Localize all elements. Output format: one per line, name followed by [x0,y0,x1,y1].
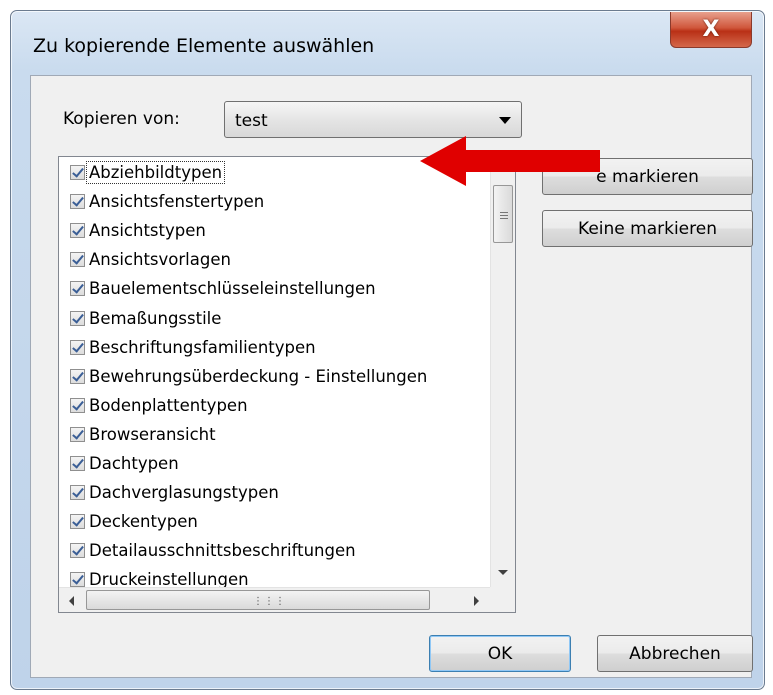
list-item-label: Abziehbildtypen [85,161,226,184]
horizontal-scroll-thumb[interactable]: ⋮⋮⋮ [86,590,430,610]
scroll-right-icon[interactable] [474,596,479,606]
cancel-button[interactable]: Abbrechen [597,635,753,672]
arrow-icon [420,136,600,186]
red-arrow-annotation [420,136,600,186]
list-item[interactable]: Ansichtsvorlagen [59,245,491,274]
list-item-label: Browseransicht [89,424,216,444]
ok-button[interactable]: OK [429,635,571,672]
grip-icon [500,212,508,219]
checkbox[interactable] [70,339,85,355]
copy-from-value: test [235,111,268,131]
elements-listbox[interactable]: Abziehbildtypen Ansichtsfenstertypen Ansic… [58,156,516,613]
checkbox[interactable] [70,543,85,559]
grip-icon: ⋮⋮⋮ [253,596,286,607]
list-item[interactable]: Bauelementschlüsseleinstellungen [59,274,491,303]
checkbox[interactable] [70,514,85,530]
copy-from-label: Kopieren von: [63,109,180,129]
checkbox[interactable] [70,397,85,413]
list-item-label: Ansichtstypen [89,221,206,241]
list-item-label: Ansichtsvorlagen [89,250,231,270]
dialog-window: Zu kopierende Elemente auswählen X Kopie… [10,10,765,690]
list-item[interactable]: Bemaßungsstile [59,304,491,333]
list-item[interactable]: Bodenplattentypen [59,391,491,420]
list-item-label: Bodenplattentypen [89,395,248,415]
close-icon: X [702,17,720,42]
list-item-label: Bewehrungsüberdeckung - Einstellungen [89,366,428,386]
list-item-label: Deckentypen [89,512,198,532]
checkbox[interactable] [70,310,85,326]
list-item[interactable]: Bewehrungsüberdeckung - Einstellungen [59,362,491,391]
dialog-title: Zu kopierende Elemente auswählen [33,35,375,57]
list-item-label: Bemaßungsstile [89,308,222,328]
title-bar[interactable]: Zu kopierende Elemente auswählen X [11,11,764,71]
list-item-label: Ansichtsfenstertypen [89,192,265,212]
list-item-label: Dachtypen [89,454,179,473]
checkbox[interactable] [70,368,85,384]
checkbox[interactable] [70,426,85,442]
list-item[interactable]: Beschriftungsfamilientypen [59,333,491,362]
list-item-label: Detailausschnittsbeschriftungen [89,541,356,561]
checkbox[interactable] [70,485,85,501]
list-item[interactable]: Druckeinstellungen [59,565,491,587]
checkbox[interactable] [70,456,85,471]
list-item[interactable]: Deckentypen [59,507,491,536]
elements-list: Abziehbildtypen Ansichtsfenstertypen Ansic… [59,157,491,587]
checkbox[interactable] [70,223,85,239]
checkbox[interactable] [70,281,85,297]
select-none-button[interactable]: Keine markieren [542,210,753,247]
checkbox[interactable] [70,165,85,180]
list-item[interactable]: Detailausschnittsbeschriftungen [59,536,491,565]
list-item-label: Dachverglasungstypen [89,483,279,503]
list-item[interactable]: Dachverglasungstypen [59,478,491,507]
scroll-left-icon[interactable] [69,596,74,606]
dialog-body: Kopieren von: test Abziehbildtypen Ansich… [30,75,753,678]
list-item-label: Bauelementschlüsseleinstellungen [89,279,376,299]
vertical-scrollbar[interactable] [490,157,515,587]
list-item-label: Beschriftungsfamilientypen [89,337,316,357]
close-button[interactable]: X [670,12,752,48]
list-item-label: Druckeinstellungen [89,570,249,587]
scrollbar-corner [490,587,515,612]
scroll-down-icon[interactable] [498,570,508,575]
chevron-down-icon [499,117,511,124]
horizontal-scrollbar[interactable]: ⋮⋮⋮ [59,587,491,612]
list-item[interactable]: Browseransicht [59,420,491,449]
vertical-scroll-thumb[interactable] [493,185,513,243]
checkbox[interactable] [70,252,85,268]
list-item[interactable]: Ansichtsfenstertypen [59,187,491,216]
checkbox[interactable] [70,572,85,587]
copy-from-dropdown[interactable]: test [224,101,522,138]
list-item[interactable]: Dachtypen [59,449,491,478]
list-item[interactable]: Ansichtstypen [59,216,491,245]
checkbox[interactable] [70,194,85,210]
